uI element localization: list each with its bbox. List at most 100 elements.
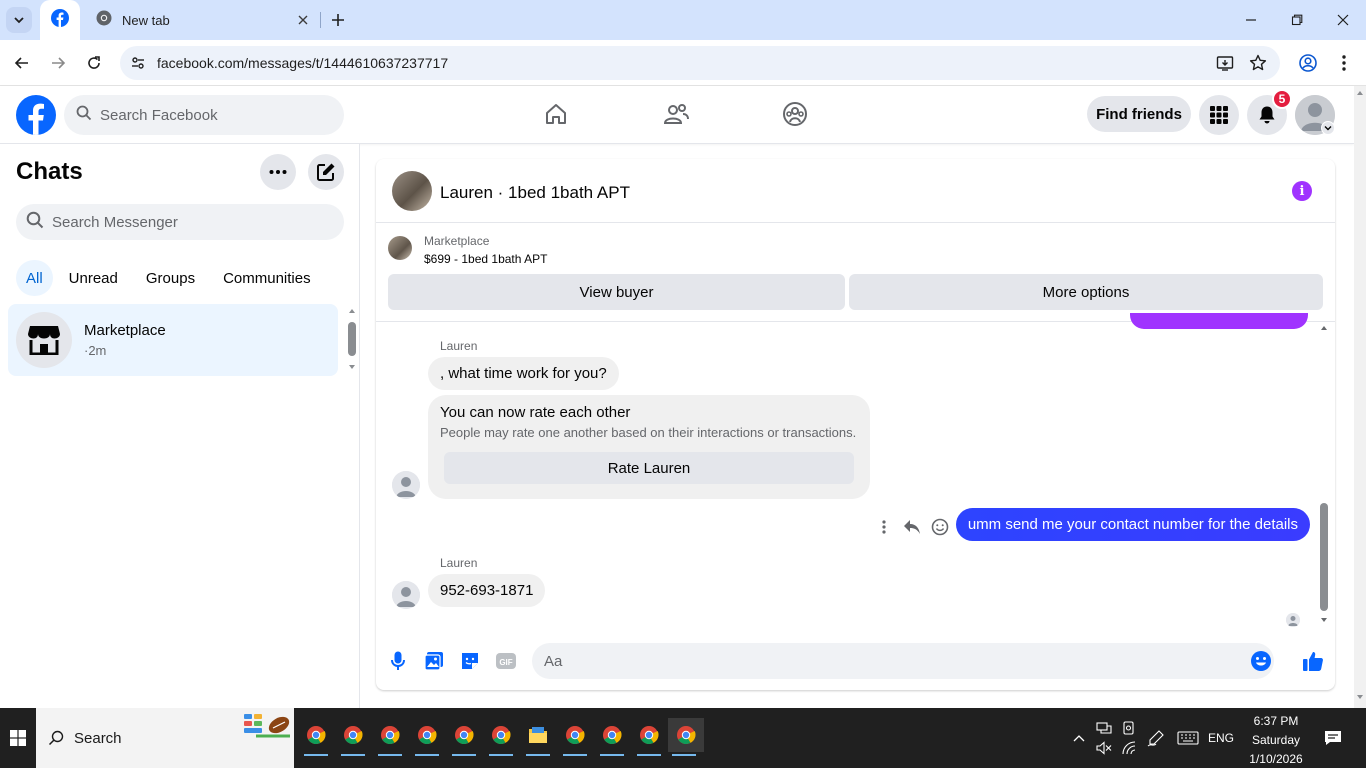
restore-button[interactable]	[1274, 0, 1320, 40]
site-info-icon[interactable]	[130, 55, 146, 76]
tray-keyboard-icon[interactable]	[1174, 708, 1202, 768]
notification-count-badge: 5	[1272, 89, 1292, 109]
back-button[interactable]	[10, 51, 34, 75]
chrome-icon	[344, 726, 363, 745]
taskbar-chrome-active[interactable]	[668, 718, 704, 756]
filter-communities[interactable]: Communities	[211, 260, 323, 296]
taskbar-chrome-8[interactable]	[596, 718, 628, 756]
taskbar-file-explorer[interactable]	[522, 718, 554, 756]
facebook-logo[interactable]	[16, 95, 56, 135]
taskbar-chrome-5[interactable]	[448, 718, 480, 756]
tab-close-icon[interactable]	[294, 11, 312, 29]
more-vertical-icon[interactable]	[870, 515, 898, 539]
nav-friends[interactable]	[662, 100, 690, 128]
sender-avatar[interactable]	[392, 471, 420, 499]
taskbar-search-box[interactable]: Search	[36, 708, 294, 768]
reload-button[interactable]	[82, 51, 106, 75]
close-window-button[interactable]	[1320, 0, 1366, 40]
scroll-down-arrow-icon	[349, 365, 355, 369]
sticker-button[interactable]	[458, 649, 482, 673]
tray-volume-muted-icon[interactable]	[1092, 718, 1116, 778]
conversation-avatar[interactable]	[392, 171, 432, 211]
nav-home[interactable]	[542, 100, 570, 128]
minimize-button[interactable]	[1228, 0, 1274, 40]
more-options-button[interactable]: More options	[849, 274, 1323, 310]
page-scrollbar[interactable]	[1354, 86, 1366, 708]
messenger-search-box[interactable]	[16, 204, 344, 240]
facebook-header: Find friends	[0, 86, 1354, 144]
incoming-message[interactable]: 952-693-1871	[428, 574, 546, 607]
chrome-icon	[603, 726, 622, 745]
incoming-message[interactable]: , what time work for you?	[428, 357, 619, 390]
voice-clip-button[interactable]	[386, 649, 410, 673]
tab-facebook[interactable]	[40, 0, 80, 40]
taskbar-clock[interactable]: 6:37 PM Saturday 1/10/2026	[1238, 712, 1314, 769]
attach-media-button[interactable]	[422, 649, 446, 673]
facebook-search-input[interactable]	[100, 106, 320, 124]
taskbar-chrome-9[interactable]	[633, 718, 665, 756]
scroll-up-arrow-icon	[349, 309, 355, 313]
taskbar-chrome-1[interactable]	[300, 718, 332, 756]
gif-button[interactable]: GIF	[494, 649, 518, 673]
listing-thumbnail[interactable]	[388, 236, 412, 260]
home-icon	[546, 104, 566, 124]
new-message-button[interactable]	[308, 154, 344, 190]
clock-day: Saturday	[1251, 733, 1301, 747]
nav-groups[interactable]	[781, 100, 809, 128]
sidebar-scrollbar[interactable]	[346, 304, 358, 374]
taskbar-chrome-2[interactable]	[337, 718, 369, 756]
tab-search-button[interactable]	[6, 7, 32, 33]
tray-pen-icon[interactable]	[1144, 708, 1168, 768]
chat-options-button[interactable]	[260, 154, 296, 190]
notification-center-button[interactable]	[1318, 708, 1348, 768]
conversation-scrollbar[interactable]	[1318, 323, 1330, 629]
tray-language[interactable]: ENG	[1204, 708, 1238, 768]
sender-avatar[interactable]	[392, 581, 420, 609]
send-like-button[interactable]	[1301, 649, 1325, 673]
facebook-search-box[interactable]	[64, 95, 344, 135]
messenger-search-input[interactable]	[52, 213, 332, 231]
filter-groups[interactable]: Groups	[134, 260, 207, 296]
message-input[interactable]	[544, 652, 1234, 670]
groups-icon	[783, 102, 807, 126]
filter-all[interactable]: All	[16, 260, 53, 296]
listing-title[interactable]: $699 - 1bed 1bath APT	[424, 252, 547, 266]
outgoing-message[interactable]: umm send me your contact number for the …	[955, 508, 1310, 541]
message-input-box[interactable]	[532, 643, 1274, 679]
tab-new-tab[interactable]: New tab	[84, 0, 320, 40]
find-friends-button[interactable]: Find friends	[1087, 96, 1191, 132]
profile-icon	[1299, 54, 1317, 72]
menu-grid-button[interactable]	[1199, 95, 1239, 135]
sidebar-scroll-thumb[interactable]	[348, 322, 356, 356]
conversation-title[interactable]: Lauren · 1bed 1bath APT	[440, 183, 630, 203]
emoji-picker-icon[interactable]	[1250, 650, 1272, 677]
taskbar-chrome-7[interactable]	[559, 718, 591, 756]
show-hidden-icons-button[interactable]	[1068, 708, 1090, 768]
conversation-scroll-thumb[interactable]	[1320, 503, 1328, 611]
taskbar-chrome-6[interactable]	[485, 718, 517, 756]
filter-unread[interactable]: Unread	[57, 260, 130, 296]
tray-wifi-icon[interactable]	[1118, 718, 1140, 778]
install-app-icon[interactable]	[1216, 54, 1234, 77]
chevron-up-icon	[1073, 735, 1085, 742]
conversation-info-icon[interactable]: i	[1292, 181, 1312, 201]
account-chevron-icon[interactable]	[1321, 121, 1335, 135]
view-buyer-button[interactable]: View buyer	[388, 274, 845, 310]
taskbar-chrome-4[interactable]	[411, 718, 443, 756]
search-highlight-icon[interactable]	[242, 710, 292, 745]
new-tab-button[interactable]	[326, 8, 350, 32]
rate-lauren-button[interactable]: Rate Lauren	[444, 452, 854, 484]
forward-button[interactable]	[46, 51, 70, 75]
search-icon	[48, 730, 64, 746]
address-bar[interactable]: facebook.com/messages/t/1444610637237717	[120, 46, 1280, 80]
sender-name: Lauren	[440, 339, 478, 353]
bookmark-star-icon[interactable]	[1249, 54, 1267, 77]
chat-list-item[interactable]: Marketplace ·2m	[8, 304, 338, 376]
folder-icon	[529, 727, 547, 743]
browser-menu-button[interactable]	[1332, 51, 1356, 75]
profile-button[interactable]	[1296, 51, 1320, 75]
react-emoji-icon[interactable]	[926, 515, 954, 539]
taskbar-chrome-3[interactable]	[374, 718, 406, 756]
start-button[interactable]	[0, 708, 36, 768]
reply-icon[interactable]	[898, 515, 926, 539]
